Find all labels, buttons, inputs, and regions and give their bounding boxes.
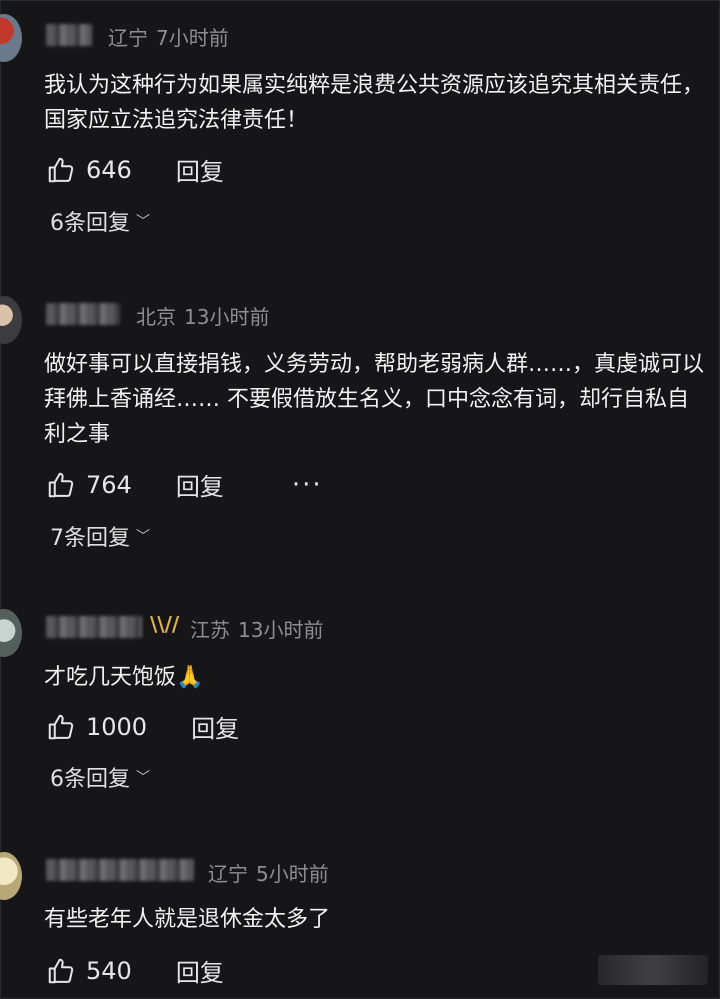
like-count: 540: [86, 956, 132, 985]
reply-button[interactable]: 回复: [176, 953, 224, 988]
like-button[interactable]: 540: [46, 956, 132, 986]
comment-meta: 江苏 13小时前: [190, 614, 323, 643]
location-label: 江苏: [190, 618, 230, 642]
location-label: 辽宁: [208, 862, 248, 886]
view-replies-link[interactable]: 7条回复 ﹀: [50, 520, 150, 552]
comment-text: 做好事可以直接捐钱，义务劳动，帮助老弱病人群……，真虔诚可以拜佛上香诵经…… 不…: [44, 352, 705, 447]
time-label: 13小时前: [238, 618, 324, 642]
thumbs-up-icon: [48, 157, 74, 182]
chevron-down-icon: ﹀: [136, 214, 150, 230]
replies-count-label: 7条回复: [50, 526, 130, 551]
reply-button[interactable]: 回复: [191, 709, 239, 744]
comment-meta: 辽宁 5小时前: [208, 858, 329, 887]
comment-actions: 540 回复: [46, 953, 224, 988]
view-replies-link[interactable]: 6条回复 ﹀: [50, 205, 150, 237]
username-blurred[interactable]: [46, 859, 194, 881]
like-button[interactable]: 646: [46, 155, 132, 185]
comment-actions: 1000 回复: [46, 709, 239, 744]
replies-count-label: 6条回复: [50, 767, 130, 792]
reply-button[interactable]: 回复: [176, 152, 224, 187]
like-count: 646: [86, 155, 132, 184]
time-label: 7小时前: [156, 26, 229, 50]
comment-text: 才吃几天饱饭🙏: [44, 665, 204, 690]
time-label: 13小时前: [184, 305, 270, 329]
like-button[interactable]: 764: [46, 470, 132, 500]
location-label: 辽宁: [108, 26, 148, 50]
time-label: 5小时前: [256, 862, 329, 886]
comment-text: 有些老年人就是退休金太多了: [44, 907, 331, 932]
comment-meta: 辽宁 7小时前: [108, 22, 229, 51]
comment-actions: 764 回复 ···: [46, 467, 323, 502]
watermark: [598, 955, 708, 985]
username-blurred[interactable]: [46, 616, 142, 638]
view-replies-link[interactable]: 6条回复 ﹀: [50, 761, 150, 793]
chevron-down-icon: ﹀: [136, 770, 150, 786]
reply-button[interactable]: 回复: [176, 467, 224, 502]
comment-text: 我认为这种行为如果属实纯粹是浪费公共资源应该追究其相关责任，国家应立法追究法律责…: [44, 73, 705, 133]
like-button[interactable]: 1000: [46, 712, 147, 742]
location-label: 北京: [136, 305, 176, 329]
comment-actions: 646 回复: [46, 152, 224, 187]
vip-badge-icon: \\//: [150, 612, 180, 636]
like-count: 764: [86, 470, 132, 499]
thumbs-up-icon: [48, 958, 74, 983]
like-count: 1000: [86, 712, 148, 741]
username-blurred[interactable]: [46, 303, 120, 325]
thumbs-up-icon: [48, 714, 74, 739]
comment-meta: 北京 13小时前: [136, 301, 269, 330]
replies-count-label: 6条回复: [50, 211, 130, 236]
chevron-down-icon: ﹀: [136, 529, 150, 545]
username-blurred[interactable]: [46, 24, 92, 46]
thumbs-up-icon: [48, 472, 74, 497]
more-options-icon[interactable]: ···: [292, 472, 323, 498]
